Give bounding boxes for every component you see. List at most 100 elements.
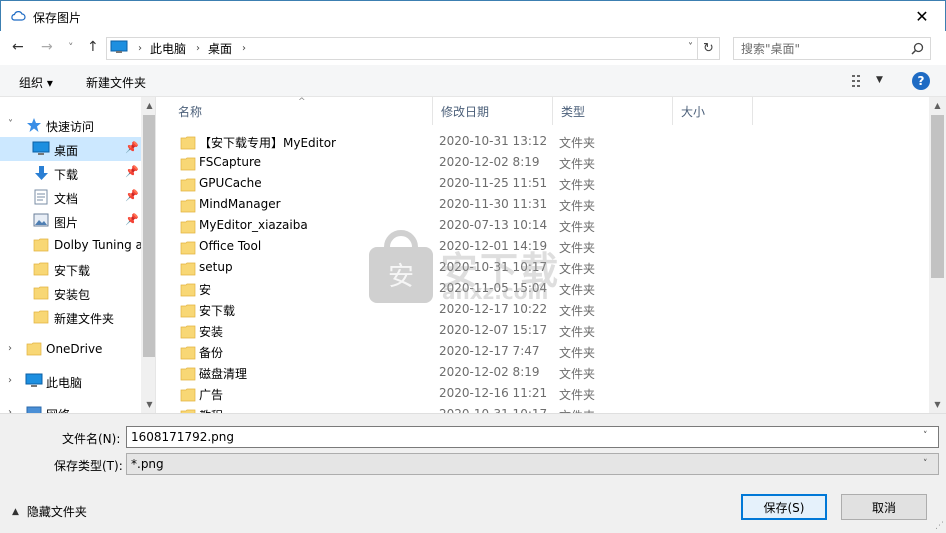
- chevron-right-icon: ›: [138, 43, 142, 54]
- back-button[interactable]: ←: [12, 39, 24, 55]
- folder-icon: [33, 261, 49, 279]
- folder-icon: [180, 177, 196, 195]
- filetype-label: 保存类型(T):: [54, 459, 123, 473]
- file-name: MindManager: [199, 197, 281, 211]
- address-history-dropdown-icon[interactable]: ˅: [688, 42, 693, 53]
- recent-locations-button[interactable]: ˅: [68, 41, 74, 54]
- file-list-scrollbar[interactable]: ▲ ▼: [929, 97, 946, 413]
- sidebar-item-folder[interactable]: 安下载: [0, 257, 141, 281]
- pin-icon[interactable]: 📌: [125, 141, 139, 154]
- watermark-subtext: anxz.com: [442, 280, 549, 304]
- sidebar-item-documents[interactable]: 文档 📌: [0, 185, 141, 209]
- file-name: FSCapture: [199, 155, 262, 169]
- sidebar-item-onedrive[interactable]: › OneDrive: [0, 337, 141, 361]
- file-row[interactable]: 磁盘清理 2020-12-02 8:19 文件夹: [176, 362, 916, 383]
- sidebar-scrollbar-thumb[interactable]: [143, 115, 155, 357]
- resize-grip-icon[interactable]: ⋰: [935, 521, 944, 531]
- hide-folders-toggle[interactable]: ▲ 隐藏文件夹: [12, 503, 87, 520]
- sidebar-item-folder[interactable]: 安装包: [0, 281, 141, 305]
- column-header-date[interactable]: 修改日期: [433, 97, 553, 125]
- filetype-dropdown-icon[interactable]: ˅: [923, 459, 928, 469]
- chevron-right-icon[interactable]: ›: [8, 375, 12, 386]
- folder-icon: [180, 156, 196, 174]
- sidebar-scrollbar[interactable]: ▲ ▼: [141, 97, 155, 413]
- chevron-right-icon[interactable]: ›: [8, 343, 12, 354]
- chevron-down-icon[interactable]: ˅: [8, 119, 13, 130]
- sidebar-item-network[interactable]: › 网络: [0, 401, 141, 413]
- close-button[interactable]: ✕: [899, 1, 945, 31]
- breadcrumb-this-pc[interactable]: 此电脑: [150, 40, 186, 57]
- hide-folders-label: 隐藏文件夹: [26, 505, 87, 519]
- file-row[interactable]: GPUCache 2020-11-25 11:51 文件夹: [176, 173, 916, 194]
- file-row[interactable]: MindManager 2020-11-30 11:31 文件夹: [176, 194, 916, 215]
- sidebar-item-label: 快速访问: [46, 120, 95, 134]
- scroll-up-icon[interactable]: ▲: [141, 97, 155, 114]
- sidebar-item-downloads[interactable]: 下载 📌: [0, 161, 141, 185]
- sidebar-item-folder[interactable]: Dolby Tuning a: [0, 233, 141, 257]
- filename-dropdown-icon[interactable]: ˅: [923, 431, 928, 441]
- sidebar-item-label: 此电脑: [46, 376, 83, 390]
- pin-icon[interactable]: 📌: [125, 189, 139, 202]
- filename-label: 文件名(N):: [62, 432, 121, 446]
- forward-button[interactable]: →: [41, 39, 53, 55]
- column-header-size[interactable]: 大小: [673, 97, 753, 125]
- scroll-down-icon[interactable]: ▼: [929, 396, 946, 413]
- help-button[interactable]: ?: [912, 72, 930, 90]
- file-name: MyEditor_xiazaiba: [199, 218, 308, 232]
- sidebar-item-desktop[interactable]: 桌面 📌: [0, 137, 141, 161]
- save-button[interactable]: 保存(S): [741, 494, 827, 520]
- file-date: 2020-12-02 8:19: [439, 365, 540, 379]
- chevron-right-icon: ›: [196, 43, 201, 54]
- folder-icon: [180, 198, 196, 216]
- cloud-folder-icon: [26, 341, 42, 359]
- sort-ascending-icon: ^: [298, 97, 306, 107]
- file-name: GPUCache: [199, 176, 262, 190]
- view-dropdown-icon[interactable]: ▼: [876, 75, 883, 85]
- new-folder-button[interactable]: 新建文件夹: [86, 74, 146, 91]
- sidebar-item-pictures[interactable]: 图片 📌: [0, 209, 141, 233]
- cancel-button[interactable]: 取消: [841, 494, 927, 520]
- column-header-label: 类型: [561, 104, 586, 119]
- file-row[interactable]: 安装 2020-12-07 15:17 文件夹: [176, 320, 916, 341]
- file-row[interactable]: 【安下载专用】MyEditor 2020-10-31 13:12 文件夹: [176, 131, 916, 152]
- refresh-button[interactable]: ↻: [698, 37, 720, 60]
- pin-icon[interactable]: 📌: [125, 165, 139, 178]
- sidebar-item-folder[interactable]: 新建文件夹: [0, 305, 141, 329]
- chevron-right-icon[interactable]: ›: [242, 43, 246, 54]
- pin-icon[interactable]: 📌: [125, 213, 139, 226]
- file-row[interactable]: MyEditor_xiazaiba 2020-07-13 10:14 文件夹: [176, 215, 916, 236]
- computer-icon: [110, 40, 128, 57]
- file-list-scrollbar-thumb[interactable]: [931, 115, 944, 278]
- column-header-type[interactable]: 类型: [553, 97, 673, 125]
- up-button[interactable]: ↑: [87, 39, 99, 55]
- folder-icon: [180, 219, 196, 237]
- filetype-select[interactable]: *.png: [126, 453, 939, 475]
- sidebar-item-quick-access[interactable]: ˅ 快速访问: [0, 113, 141, 137]
- cloud-save-icon: [10, 10, 26, 25]
- file-date: 2020-12-02 8:19: [439, 155, 540, 169]
- sidebar-item-this-pc[interactable]: › 此电脑: [0, 369, 141, 393]
- filename-input[interactable]: [126, 426, 939, 448]
- file-type: 文件夹: [559, 178, 596, 192]
- navigation-pane[interactable]: ˅ 快速访问 桌面 📌 下载 📌 文档 📌 图片 📌 Dolby Tuning …: [0, 97, 156, 413]
- folder-icon: [180, 324, 196, 342]
- file-row[interactable]: 广告 2020-12-16 11:21 文件夹: [176, 383, 916, 404]
- desktop-icon: [32, 141, 50, 159]
- download-icon: [34, 165, 49, 184]
- organize-menu[interactable]: 组织 ▾: [19, 74, 53, 91]
- file-row[interactable]: 教程2020-10-31 10:17文件夹: [176, 404, 916, 413]
- search-input[interactable]: 搜索"桌面": [733, 37, 931, 60]
- address-bar[interactable]: › 此电脑 › 桌面 › ˅: [106, 37, 698, 60]
- file-row[interactable]: FSCapture 2020-12-02 8:19 文件夹: [176, 152, 916, 173]
- file-row[interactable]: 备份 2020-12-17 7:47 文件夹: [176, 341, 916, 362]
- breadcrumb-desktop[interactable]: 桌面: [208, 40, 232, 57]
- file-name: 磁盘清理: [199, 367, 248, 381]
- view-options-icon[interactable]: [852, 75, 868, 90]
- file-date: 2020-12-07 15:17: [439, 323, 548, 337]
- command-bar: 组织 ▾ 新建文件夹 ▼ ?: [0, 65, 946, 97]
- scroll-up-icon[interactable]: ▲: [929, 97, 946, 114]
- search-icon[interactable]: [911, 42, 924, 58]
- file-type: 文件夹: [559, 283, 596, 297]
- scroll-down-icon[interactable]: ▼: [141, 396, 155, 413]
- title-bar: 保存图片 ✕: [0, 0, 946, 31]
